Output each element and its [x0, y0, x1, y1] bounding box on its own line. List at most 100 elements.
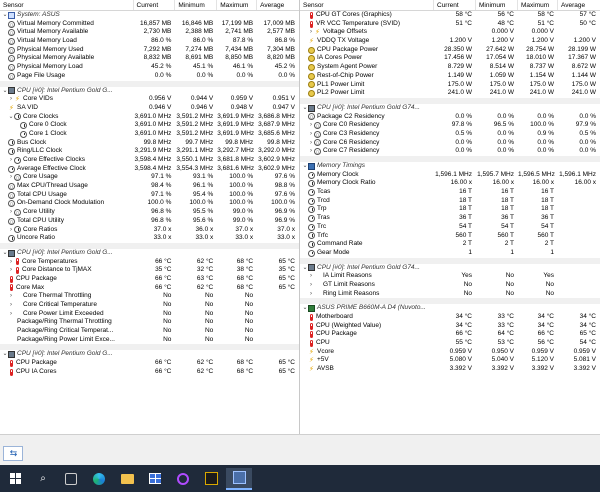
sensor-row[interactable]: CPU IA Cores 66 °C 62 °C 68 °C 65 °C	[0, 368, 299, 377]
search-button[interactable]: ⌕	[30, 468, 56, 490]
sensor-row[interactable]: Trfc 560 T 560 T 560 T	[300, 232, 600, 241]
sensor-row[interactable]: Virtual Memory Committed 16,857 MB 16,846 …	[0, 20, 299, 29]
sensor-row[interactable]: Command Rate 2 T 2 T 2 T	[300, 240, 600, 249]
sensor-row[interactable]: › Core C0 Residency 97.8 % 96.5 % 100.0 % 97.…	[300, 121, 600, 130]
sensor-group-row[interactable]: ⌄ ASUS PRIME B660M-A D4 (Nuvoto...	[300, 304, 600, 313]
sensor-row[interactable]: Core 0 Clock 3,691.0 MHz 3,591.2 MHz 3,691.…	[0, 121, 299, 130]
chevron-right-icon[interactable]: ›	[8, 258, 14, 267]
sensor-row[interactable]: › Core Distance to TjMAX 35 °C 32 °C 38 °C 35…	[0, 266, 299, 275]
sensor-row[interactable]: › Core C3 Residency 0.5 % 0.0 % 0.9 % 0.5 %	[300, 130, 600, 139]
sensor-row[interactable]: Page File Usage 0.0 % 0.0 % 0.0 % 0.0 %	[0, 72, 299, 81]
col-current[interactable]: Current	[434, 0, 476, 10]
sensor-row[interactable]: ⌄ Core Clocks 3,691.0 MHz 3,591.2 MHz 3,691.…	[0, 113, 299, 122]
sensor-row[interactable]: Trp 18 T 18 T 18 T	[300, 205, 600, 214]
sensor-row[interactable]: Tras 36 T 36 T 36 T	[300, 214, 600, 223]
sensor-row[interactable]: Virtual Memory Available 2,730 MB 2,388 MB…	[0, 28, 299, 37]
sensor-row[interactable]: On-Demand Clock Modulation 100.0 % 100.0 %…	[0, 199, 299, 208]
task-view-button[interactable]	[58, 468, 84, 490]
sensor-row[interactable]: Rest-of-Chip Power 1.149 W 1.059 W 1.154 W 1…	[300, 72, 600, 81]
sensor-row[interactable]: Package/Ring Thermal Throttling No No No	[0, 318, 299, 327]
sensor-row[interactable]: Virtual Memory Load 86.0 % 86.0 % 87.8 % 86.…	[0, 37, 299, 46]
sensor-row[interactable]: › Ring Limit Reasons No No No	[300, 290, 600, 299]
sensor-group-row[interactable]: ⌄ CPU [#0]: Intel Pentium Gold G...	[0, 86, 299, 96]
sensor-row[interactable]: › Core Effective Clocks 3,598.4 MHz 3,550.1…	[0, 156, 299, 165]
sensor-row[interactable]: Bus Clock 99.8 MHz 99.7 MHz 99.8 MHz 99.8 MH…	[0, 139, 299, 148]
sensor-row[interactable]: Total CPU Utility 96.8 % 95.6 % 99.0 % 96.9 …	[0, 217, 299, 226]
sensor-row[interactable]: CPU 55 °C 53 °C 56 °C 54 °C	[300, 339, 600, 348]
sensor-row[interactable]: Package/Ring Power Limit Exce... No No No	[0, 336, 299, 345]
sensor-row[interactable]: CPU Package 66 °C 64 °C 66 °C 65 °C	[300, 330, 600, 339]
sensor-row[interactable]: ⚡ AVSB 3.392 V 3.392 V 3.392 V 3.392 V	[300, 365, 600, 374]
sensor-group-row[interactable]: ⌄ CPU [#0]: Intel Pentium Gold G74...	[300, 263, 600, 273]
edge-button[interactable]	[86, 468, 112, 490]
sensor-group-row[interactable]: ⌄ CPU [#0]: Intel Pentium Gold G...	[0, 248, 299, 258]
sensor-row[interactable]: › GT Limit Reasons No No No	[300, 281, 600, 290]
col-average[interactable]: Average	[558, 0, 600, 10]
sensor-row[interactable]: Average Effective Clock 3,598.4 MHz 3,554.…	[0, 165, 299, 174]
sensor-row[interactable]: › Core Critical Temperature No No No	[0, 301, 299, 310]
sensor-row[interactable]: Gear Mode 1 1 1	[300, 249, 600, 258]
sensor-group-row[interactable]: ⌄ System: ASUS	[0, 11, 299, 20]
sensor-row[interactable]: PL1 Power Limit 175.0 W 175.0 W 175.0 W 175.…	[300, 81, 600, 90]
start-button[interactable]	[2, 468, 28, 490]
col-maximum[interactable]: Maximum	[217, 0, 258, 10]
app-button[interactable]	[198, 468, 224, 490]
sensor-row[interactable]: CPU GT Cores (Graphics) 58 °C 56 °C 58 °C 57…	[300, 11, 600, 20]
store-button[interactable]	[142, 468, 168, 490]
sensor-row[interactable]: › IA Limit Reasons Yes No Yes	[300, 272, 600, 281]
col-sensor[interactable]: Sensor	[300, 0, 434, 10]
sensor-row[interactable]: CPU Package 66 °C 62 °C 68 °C 65 °C	[0, 359, 299, 368]
sensor-row[interactable]: Physical Memory Load 45.2 % 45.1 % 46.1 % 45…	[0, 63, 299, 72]
sensor-row[interactable]: › Core Usage 97.1 % 93.1 % 100.0 % 97.6 %	[0, 173, 299, 182]
sensor-row[interactable]: › Core Thermal Throttling No No No	[0, 292, 299, 301]
sensor-row[interactable]: › ⚡ Voltage Offsets 0.000 V 0.000 V	[300, 28, 600, 37]
sensor-group-row[interactable]: ⌄ CPU [#0]: Intel Pentium Gold G...	[0, 350, 299, 360]
sensor-row[interactable]: Total CPU Usage 97.1 % 95.4 % 100.0 % 97.6 %	[0, 191, 299, 200]
cortana-button[interactable]	[170, 468, 196, 490]
file-explorer-button[interactable]	[114, 468, 140, 490]
sensor-row[interactable]: Ring/LLC Clock 3,291.9 MHz 3,291.1 MHz 3,29…	[0, 147, 299, 156]
sensor-row[interactable]: Uncore Ratio 33.0 x 33.0 x 33.0 x 33.0 x	[0, 234, 299, 243]
sensor-row[interactable]: › Core C7 Residency 0.0 % 0.0 % 0.0 % 0.0 %	[300, 147, 600, 156]
sensor-row[interactable]: Core 1 Clock 3,691.0 MHz 3,591.2 MHz 3,691.…	[0, 130, 299, 139]
sensor-row[interactable]: Memory Clock 1,596.1 MHz 1,595.7 MHz 1,596.…	[300, 171, 600, 180]
sensor-row[interactable]: CPU Package 66 °C 63 °C 68 °C 65 °C	[0, 275, 299, 284]
sensor-row[interactable]: › Core Temperatures 66 °C 62 °C 68 °C 65 °C	[0, 258, 299, 267]
sensor-group-row[interactable]: ⌄ CPU [#0]: Intel Pentium Gold G74...	[300, 103, 600, 113]
sensor-row[interactable]: › Core Ratios 37.0 x 36.0 x 37.0 x 37.0 x	[0, 226, 299, 235]
sensor-row[interactable]: ⚡ SA VID 0.946 V 0.946 V 0.948 V 0.947 V	[0, 104, 299, 113]
sensor-row[interactable]: Tcas 16 T 16 T 16 T	[300, 188, 600, 197]
col-sensor[interactable]: Sensor	[0, 0, 134, 10]
sensor-row[interactable]: System Agent Power 8.729 W 8.514 W 8.737 W 8…	[300, 63, 600, 72]
sensor-row[interactable]: IA Cores Power 17.456 W 17.054 W 18.010 W 17…	[300, 54, 600, 63]
sensor-group-row[interactable]: ⌄ Memory Timings	[300, 162, 600, 171]
sensor-row[interactable]: Max CPU/Thread Usage 98.4 % 96.1 % 100.0 % 9…	[0, 182, 299, 191]
sensor-row[interactable]: Package C2 Residency 0.0 % 0.0 % 0.0 % 0.0 %	[300, 113, 600, 122]
chevron-right-icon[interactable]: ›	[8, 266, 14, 275]
sensor-row[interactable]: ⚡ +5V 5.080 V 5.040 V 5.120 V 5.081 V	[300, 356, 600, 365]
sensor-row[interactable]: › Core Power Limit Exceeded No No No	[0, 310, 299, 319]
sensor-row[interactable]: Physical Memory Available 8,832 MB 8,691 M…	[0, 54, 299, 63]
sensor-row[interactable]: ⚡ VDDQ TX Voltage 1.200 V 1.200 V 1.200 V 1.2…	[300, 37, 600, 46]
sensor-row[interactable]: Motherboard 34 °C 33 °C 34 °C 34 °C	[300, 313, 600, 322]
sensor-row[interactable]: Package/Ring Critical Temperat... No No No	[0, 327, 299, 336]
sensor-row[interactable]: Trc 54 T 54 T 54 T	[300, 223, 600, 232]
sensor-row[interactable]: › Core C6 Residency 0.0 % 0.0 % 0.0 % 0.0 %	[300, 139, 600, 148]
sensor-row[interactable]: Trcd 18 T 18 T 18 T	[300, 197, 600, 206]
sensor-row[interactable]: Physical Memory Used 7,292 MB 7,274 MB 7,43…	[0, 46, 299, 55]
sensor-row[interactable]: PL2 Power Limit 241.0 W 241.0 W 241.0 W 241.…	[300, 89, 600, 98]
sensor-row[interactable]: Core Max 66 °C 62 °C 68 °C 65 °C	[0, 284, 299, 293]
sensor-row[interactable]: CPU (Weighted Value) 34 °C 33 °C 34 °C 34 °C	[300, 322, 600, 331]
col-current[interactable]: Current	[134, 0, 176, 10]
sensor-row[interactable]: VR VCC Temperature (SVID) 51 °C 48 °C 51 °C…	[300, 20, 600, 29]
col-average[interactable]: Average	[257, 0, 299, 10]
sensor-row[interactable]: › Core Utility 96.8 % 95.5 % 99.0 % 96.9 %	[0, 208, 299, 217]
col-minimum[interactable]: Minimum	[175, 0, 218, 10]
col-maximum[interactable]: Maximum	[518, 0, 558, 10]
sensor-row[interactable]: CPU Package Power 28.350 W 27.642 W 28.754 …	[300, 46, 600, 55]
sensor-row[interactable]: › ⚡ Core VIDs 0.956 V 0.944 V 0.959 V 0.951 V	[0, 95, 299, 104]
sensor-row[interactable]: Memory Clock Ratio 16.00 x 16.00 x 16.00 x 1…	[300, 179, 600, 188]
sensor-row[interactable]: ⚡ Vcore 0.959 V 0.950 V 0.959 V 0.959 V	[300, 348, 600, 357]
col-minimum[interactable]: Minimum	[476, 0, 518, 10]
switch-layout-button[interactable]: ⇆	[3, 446, 23, 461]
